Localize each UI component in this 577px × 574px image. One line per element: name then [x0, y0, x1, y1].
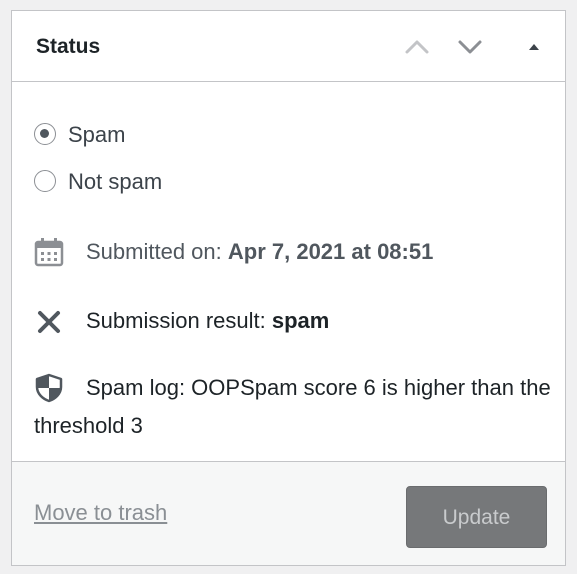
- move-down-icon: [458, 40, 482, 54]
- panel-body: Spam Not spam Submitted on: Apr 7, 2021 …: [12, 82, 565, 463]
- status-panel: Status Spam Not spam Submitted on: Apr 7…: [11, 10, 566, 566]
- toggle-panel-button[interactable]: [516, 31, 552, 63]
- panel-footer: Move to trash Update: [12, 461, 565, 565]
- radio-not-spam-control[interactable]: [34, 170, 56, 192]
- radio-selected-dot: [40, 129, 49, 138]
- submitted-on-label: Submitted on:: [86, 239, 222, 264]
- move-up-icon: [405, 40, 429, 54]
- submission-result-row: Submission result: spam: [34, 302, 551, 340]
- radio-spam-label: Spam: [68, 122, 126, 147]
- submitted-on-value: Apr 7, 2021 at 08:51: [227, 239, 434, 264]
- spam-log-text: Spam log: OOPSpam score 6 is higher than…: [34, 375, 551, 438]
- radio-spam-control[interactable]: [34, 123, 56, 145]
- shield-icon: [35, 373, 63, 403]
- submission-result-value: spam: [271, 308, 330, 333]
- calendar-icon: [34, 238, 64, 267]
- submitted-on-row: Submitted on: Apr 7, 2021 at 08:51: [34, 233, 551, 271]
- move-down-button[interactable]: [452, 31, 488, 63]
- radio-not-spam-label: Not spam: [68, 169, 163, 194]
- panel-title: Status: [36, 35, 101, 58]
- close-x-icon: [38, 311, 60, 333]
- spam-log-row: Spam log: OOPSpam score 6 is higher than…: [34, 369, 551, 445]
- move-up-button[interactable]: [399, 31, 435, 63]
- panel-header: Status: [12, 11, 565, 82]
- submission-result-label: Submission result:: [86, 308, 266, 333]
- toggle-panel-icon: [529, 44, 539, 50]
- update-button[interactable]: Update: [406, 486, 547, 548]
- move-to-trash-link[interactable]: Move to trash: [34, 500, 167, 526]
